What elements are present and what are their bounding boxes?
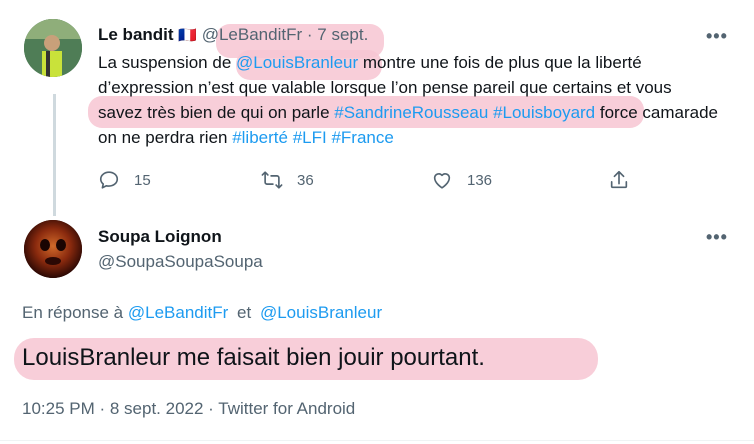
tweet-header: Le bandit 🇫🇷 @LeBanditFr · 7 sept. [98, 25, 368, 45]
retweet-count: 36 [297, 171, 314, 189]
hashtag-link[interactable]: #France [331, 128, 393, 147]
reply-to-link[interactable]: @LouisBranleur [260, 303, 382, 322]
retweet-icon [261, 171, 283, 189]
reply-and: et [237, 303, 252, 322]
retweet-button[interactable]: 36 [261, 169, 314, 191]
reply-context: En réponse à @LeBanditFr et @LouisBranle… [22, 303, 382, 323]
reply-button[interactable]: 15 [98, 169, 151, 191]
tweet-text: LouisBranleur me faisait bien jouir pour… [22, 344, 485, 371]
heart-icon [433, 173, 451, 189]
like-count: 136 [467, 171, 493, 189]
avatar[interactable] [24, 19, 82, 77]
tweet-date[interactable]: 7 sept. [317, 25, 368, 44]
tweet-meta[interactable]: 10:25 PM · 8 sept. 2022 · Twitter for An… [22, 399, 355, 419]
reply-prefix: En réponse à [22, 303, 124, 322]
avatar-image [24, 19, 82, 77]
avatar-image [24, 220, 82, 278]
author-name[interactable]: Le bandit [98, 25, 174, 44]
reply-icon [99, 171, 119, 189]
reply-count: 15 [134, 171, 151, 189]
separator: · [306, 25, 313, 44]
flag-icon: 🇫🇷 [178, 27, 197, 44]
thread-line [53, 94, 56, 216]
reply-to-link[interactable]: @LeBanditFr [128, 303, 228, 322]
share-button[interactable] [608, 169, 644, 191]
divider [0, 440, 754, 441]
avatar[interactable] [24, 220, 82, 278]
author-handle[interactable]: @LeBanditFr [202, 25, 302, 44]
tweet-text: La suspension de @LouisBranleur montre u… [98, 50, 718, 150]
author-name[interactable]: Soupa Loignon [98, 227, 222, 247]
tweet-text-part: La suspension de [98, 53, 236, 72]
mention-link[interactable]: @LouisBranleur [236, 53, 358, 72]
more-options-icon[interactable]: ••• [706, 227, 728, 248]
hashtag-link[interactable]: #LFI [293, 128, 327, 147]
hashtag-link[interactable]: #SandrineRousseau [334, 103, 488, 122]
hashtag-link[interactable]: #liberté [232, 128, 288, 147]
share-icon [610, 170, 628, 189]
hashtag-link[interactable]: #Louisboyard [493, 103, 595, 122]
like-button[interactable]: 136 [431, 169, 492, 191]
more-options-icon[interactable]: ••• [706, 26, 728, 47]
author-handle[interactable]: @SoupaSoupaSoupa [98, 252, 263, 272]
